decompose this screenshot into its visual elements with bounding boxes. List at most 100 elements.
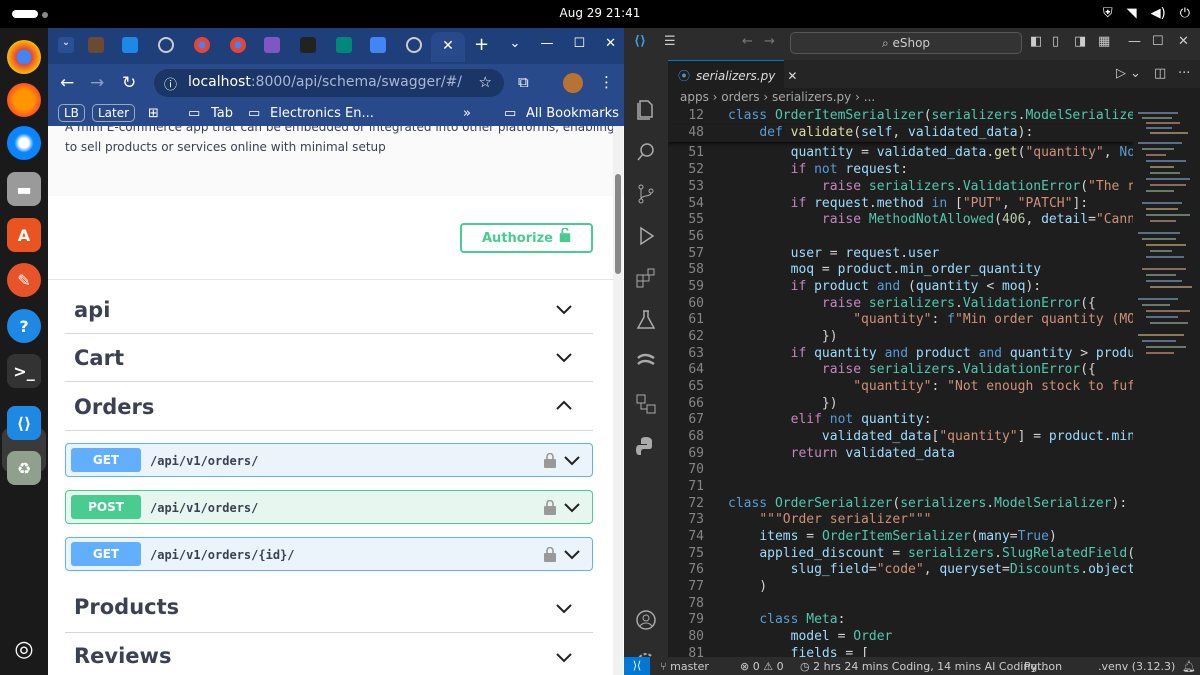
code-line[interactable]: 58 moq = product.min_order_quantity bbox=[668, 262, 1133, 279]
bookmark-star-icon[interactable]: ☆ bbox=[479, 73, 492, 91]
tab-favicon-google[interactable] bbox=[194, 37, 210, 53]
code-line[interactable]: 79 class Meta: bbox=[668, 612, 1133, 629]
problems-status[interactable]: ⊗ 0 ⚠ 0 bbox=[740, 660, 784, 673]
tab-favicon-dev[interactable] bbox=[300, 37, 316, 53]
bookmark-tab[interactable]: Tab bbox=[211, 106, 233, 121]
code-line[interactable]: 76 slug_field="code", queryset=Discounts… bbox=[668, 562, 1133, 579]
chrome-icon[interactable] bbox=[7, 40, 41, 74]
close-icon[interactable]: ✕ bbox=[605, 36, 616, 51]
thunderbird-icon[interactable] bbox=[7, 126, 41, 160]
active-tab-close-icon[interactable]: ✕ bbox=[431, 32, 465, 62]
page-scrollbar[interactable] bbox=[613, 126, 623, 675]
code-line[interactable]: 80 model = Order bbox=[668, 629, 1133, 646]
explorer-icon[interactable] bbox=[634, 98, 658, 122]
code-line[interactable]: 61 "quantity": f"Min order quantity (MOQ… bbox=[668, 312, 1133, 329]
code-line[interactable]: 59 if product and (quantity < moq): bbox=[668, 279, 1133, 296]
code-line[interactable]: 74 items = OrderItemSerializer(many=True… bbox=[668, 529, 1133, 546]
code-line[interactable]: 67 elif not quantity: bbox=[668, 412, 1133, 429]
trash-icon[interactable]: ♻ bbox=[7, 451, 41, 485]
power-icon[interactable]: ⏻ bbox=[1180, 6, 1190, 21]
code-line[interactable]: 56 bbox=[668, 229, 1133, 246]
run-debug-icon[interactable] bbox=[634, 224, 658, 248]
code-line[interactable]: 64 raise serializers.ValidationError({ bbox=[668, 362, 1133, 379]
tag-cart[interactable]: Cart bbox=[65, 334, 593, 382]
operation-post-orders[interactable]: POST /api/v1/orders/ bbox=[65, 490, 593, 524]
vscode-dock-icon[interactable]: ⟨⟩ bbox=[7, 406, 41, 440]
extensions-icon[interactable] bbox=[634, 266, 658, 290]
command-center-search[interactable]: ⌕ eShop bbox=[790, 32, 1022, 54]
lock-icon[interactable] bbox=[544, 547, 556, 562]
editor-tab-serializers[interactable]: ⦿ serializers.py ✕ bbox=[668, 60, 797, 88]
profile-avatar[interactable] bbox=[563, 73, 583, 93]
more-actions-icon[interactable]: ··· bbox=[1178, 66, 1190, 81]
address-bar[interactable]: ⓘ localhost:8000/api/schema/swagger/#/ ☆ bbox=[154, 69, 504, 97]
layout-panel-icon[interactable]: ◧ bbox=[1030, 34, 1042, 49]
minimize-icon[interactable]: — bbox=[540, 36, 553, 51]
app-center-icon[interactable]: A bbox=[7, 218, 41, 252]
tab-favicon-profile[interactable] bbox=[88, 37, 104, 53]
nav-back-icon[interactable]: ← bbox=[742, 34, 753, 49]
forward-icon[interactable]: → bbox=[90, 73, 104, 93]
lock-icon[interactable] bbox=[544, 453, 556, 468]
bookmarks-overflow[interactable]: » bbox=[463, 106, 471, 121]
scrollbar-thumb[interactable] bbox=[615, 174, 621, 274]
code-line[interactable]: 68 validated_data["quantity"] = product.… bbox=[668, 429, 1133, 446]
split-editor-icon[interactable]: ◫ bbox=[1154, 66, 1166, 81]
notifications-bell-icon[interactable]: 🔔︎ bbox=[1182, 660, 1196, 673]
maximize-icon[interactable]: ☐ bbox=[573, 36, 585, 51]
remote-explorer-icon[interactable] bbox=[634, 392, 658, 416]
code-line[interactable]: 12 class OrderItemSerializer(serializers.… bbox=[668, 108, 1133, 125]
lock-icon[interactable] bbox=[544, 500, 556, 515]
code-line[interactable]: 51 quantity = validated_data.get("quanti… bbox=[668, 145, 1133, 162]
terminal-icon[interactable]: >_ bbox=[7, 354, 41, 388]
tab-favicon-threads[interactable] bbox=[406, 37, 422, 53]
code-line[interactable]: 69 return validated_data bbox=[668, 446, 1133, 463]
tab-list-icon[interactable]: ⌄ bbox=[510, 36, 521, 51]
bookmark-later[interactable]: Later bbox=[92, 104, 136, 122]
code-line[interactable]: 70 bbox=[668, 462, 1133, 479]
branch-status[interactable]: ⑂ master bbox=[660, 660, 709, 673]
tab-favicon-loading[interactable] bbox=[158, 37, 174, 53]
layout-split-icon[interactable]: ◨ bbox=[1074, 34, 1086, 49]
authorize-button[interactable]: Authorize bbox=[460, 223, 593, 253]
tag-api[interactable]: api bbox=[65, 286, 593, 334]
codeium-icon[interactable] bbox=[634, 350, 658, 374]
menu-hamburger-icon[interactable]: ☰ bbox=[664, 34, 676, 49]
site-info-icon[interactable]: ⓘ bbox=[164, 74, 177, 93]
operation-get-order-detail[interactable]: GET /api/v1/orders/{id}/ bbox=[65, 537, 593, 571]
extensions-icon[interactable]: ⧉ bbox=[518, 73, 529, 91]
back-icon[interactable]: ← bbox=[60, 73, 74, 93]
layout-grid-icon[interactable]: ▦ bbox=[1098, 34, 1110, 49]
firefox-icon[interactable] bbox=[7, 83, 41, 117]
code-line[interactable]: 66 }) bbox=[668, 396, 1133, 413]
language-mode[interactable]: Python bbox=[1024, 660, 1062, 673]
reload-icon[interactable]: ↻ bbox=[122, 73, 136, 93]
coding-time-status[interactable]: ◷ 2 hrs 24 mins Coding, 14 mins AI Codin… bbox=[800, 660, 1048, 673]
testing-flask-icon[interactable] bbox=[634, 308, 658, 332]
code-line[interactable]: 75 applied_discount = serializers.SlugRe… bbox=[668, 546, 1133, 563]
show-apps-icon[interactable]: ◎ bbox=[7, 632, 41, 666]
code-line[interactable]: 53 raise serializers.ValidationError("Th… bbox=[668, 179, 1133, 196]
tab-close-icon[interactable]: ✕ bbox=[787, 69, 797, 83]
tab-favicon-google-2[interactable] bbox=[230, 37, 246, 53]
code-line[interactable]: 60 raise serializers.ValidationError({ bbox=[668, 296, 1133, 313]
breadcrumb[interactable]: apps › orders › serializers.py › ... bbox=[680, 90, 875, 104]
search-icon[interactable] bbox=[634, 140, 658, 164]
operation-get-orders[interactable]: GET /api/v1/orders/ bbox=[65, 443, 593, 477]
code-line[interactable]: 72 class OrderSerializer(serializers.Mode… bbox=[668, 496, 1133, 513]
close-icon[interactable]: ✕ bbox=[1178, 34, 1189, 49]
help-icon[interactable]: ? bbox=[7, 309, 41, 343]
code-line[interactable]: 55 raise MethodNotAllowed(406, detail="C… bbox=[668, 212, 1133, 229]
tab-favicon-vscode[interactable] bbox=[122, 37, 138, 53]
run-file-icon[interactable]: ▷ bbox=[1116, 66, 1126, 81]
code-line[interactable]: 65 "quantity": "Not enough stock to fufi… bbox=[668, 379, 1133, 396]
shield-icon[interactable]: ⛨ bbox=[1103, 6, 1113, 21]
python-env[interactable]: .venv (3.12.3) bbox=[1098, 660, 1175, 673]
code-editor[interactable]: 12 class OrderItemSerializer(serializers.… bbox=[668, 108, 1133, 658]
tag-reviews[interactable]: Reviews bbox=[65, 634, 593, 675]
tab-search-icon[interactable]: ⌄ bbox=[58, 37, 74, 53]
system-clock[interactable]: Aug 29 21:41 bbox=[0, 6, 1200, 20]
code-line[interactable]: 77 ) bbox=[668, 579, 1133, 596]
run-dropdown-icon[interactable]: ⌄ bbox=[1130, 66, 1141, 81]
tab-favicon-cube[interactable] bbox=[264, 37, 280, 53]
